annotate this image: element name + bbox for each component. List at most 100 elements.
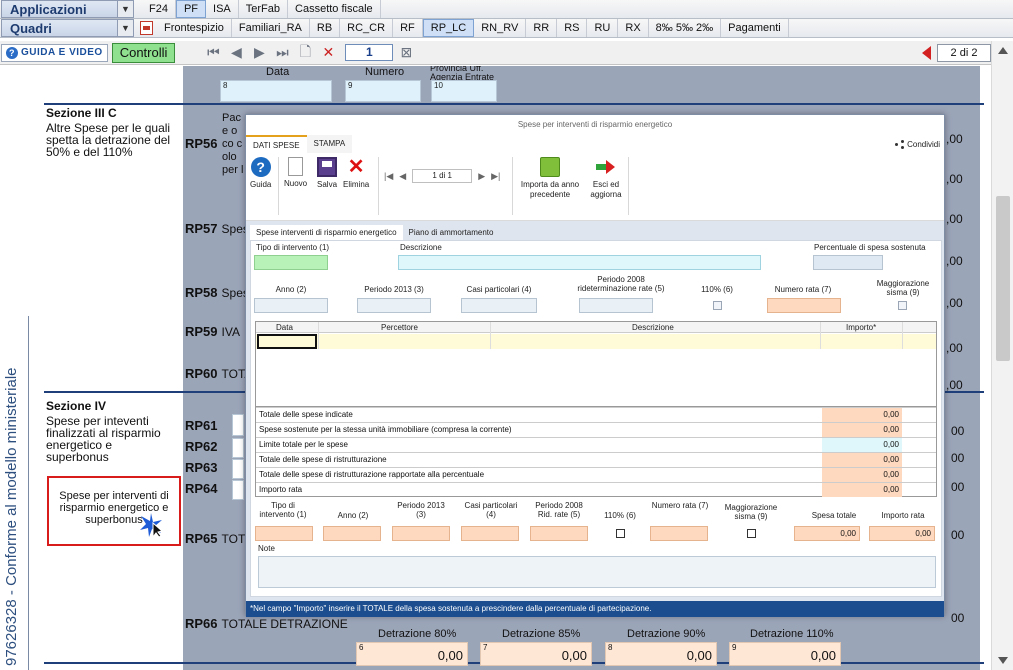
tab-cassetto-fiscale[interactable]: Cassetto fiscale <box>288 0 381 18</box>
maggiorazione-checkbox[interactable] <box>898 301 907 310</box>
tab-per-mille[interactable]: 8‰ 5‰ 2‰ <box>649 19 722 37</box>
total-row: Totale delle spese indicate 0,00 <box>256 407 936 422</box>
first-record-icon[interactable]: |◀ <box>384 171 393 182</box>
next-record-icon[interactable]: ▶ <box>249 44 269 61</box>
tab-dati-spese[interactable]: DATI SPESE <box>246 135 307 153</box>
tab-rb[interactable]: RB <box>310 19 341 37</box>
last-record-icon[interactable]: ▶| <box>491 171 500 182</box>
tab-rs[interactable]: RS <box>557 19 588 37</box>
rp63-field[interactable] <box>232 459 244 479</box>
grid-selected-cell[interactable] <box>257 334 317 349</box>
esci-button[interactable]: Esci ed aggiorna <box>586 157 626 200</box>
quadri-dropdown[interactable]: Quadri ▼ <box>1 19 134 37</box>
tab-rp-lc[interactable]: RP_LC <box>422 19 475 37</box>
grid-row[interactable] <box>256 334 936 349</box>
tab-frontespizio[interactable]: Frontespizio <box>157 19 232 37</box>
b-anno-label: Anno (2) <box>337 511 369 520</box>
pdf-icon[interactable] <box>140 21 153 35</box>
rp61-row: RP61 <box>185 418 218 433</box>
rp61-field[interactable] <box>232 414 244 436</box>
prev-record-icon[interactable]: ◀ <box>399 171 406 182</box>
provincia-field[interactable]: 10 <box>431 80 497 102</box>
controlli-button[interactable]: Controlli <box>111 42 176 63</box>
rp65-value: 00 <box>951 528 965 542</box>
tab-stampa[interactable]: STAMPA <box>306 135 353 153</box>
tab-ru[interactable]: RU <box>587 19 619 37</box>
tab-rr[interactable]: RR <box>526 19 558 37</box>
numero-rata-field[interactable] <box>767 298 841 313</box>
condividi-button[interactable]: Condividi <box>895 140 940 149</box>
anno-label: Anno (2) <box>275 285 307 294</box>
detrazione-80-field[interactable]: 6 0,00 <box>356 642 468 666</box>
descrizione-field[interactable] <box>398 255 761 270</box>
tab-pf[interactable]: PF <box>175 0 207 18</box>
tab-rf[interactable]: RF <box>393 19 423 37</box>
b-numero-label: Numero rata (7) <box>651 501 709 510</box>
p110-checkbox[interactable] <box>713 301 722 310</box>
detrazione-90-field[interactable]: 8 0,00 <box>605 642 717 666</box>
record-navigation: ⏮ ◀ ▶ ⏭ 🗋 ✕ 1 ⊠ <box>203 41 416 65</box>
spese-grid: Data Percettore Descrizione Importo* <box>255 321 937 407</box>
next-record-icon[interactable]: ▶ <box>478 171 485 182</box>
new-document-icon[interactable]: 🗋 <box>295 41 315 65</box>
nuovo-button[interactable]: Nuovo <box>284 157 307 189</box>
page-number-input[interactable]: 1 <box>345 44 394 61</box>
note-field[interactable] <box>258 556 936 588</box>
last-record-icon[interactable]: ⏭ <box>272 44 292 61</box>
percentuale-field[interactable] <box>813 255 883 270</box>
numero-field[interactable]: 9 <box>345 80 421 102</box>
tipo-intervento-field[interactable] <box>254 255 328 270</box>
delete-document-icon[interactable]: ✕ <box>318 44 338 61</box>
tab-spese-interventi[interactable]: Spese interventi di risparmio energetico <box>250 225 403 240</box>
prev-page-icon[interactable] <box>922 46 931 60</box>
tab-piano-ammortamento[interactable]: Piano di ammortamento <box>403 225 500 240</box>
prev-record-icon[interactable]: ◀ <box>226 44 246 61</box>
anno-field[interactable] <box>254 298 328 313</box>
tab-rc-cr[interactable]: RC_CR <box>340 19 394 37</box>
tab-pagamenti[interactable]: Pagamenti <box>721 19 789 37</box>
rp62-field[interactable] <box>232 438 244 458</box>
periodo-2008-field[interactable] <box>579 298 653 313</box>
tab-terfab[interactable]: TerFab <box>239 0 289 18</box>
toolbar: ? GUIDA E VIDEO Controlli ⏮ ◀ ▶ ⏭ 🗋 ✕ 1 … <box>0 41 1013 65</box>
tab-rx[interactable]: RX <box>618 19 649 37</box>
total-row: Totale delle spese di ristrutturazione 0,… <box>256 452 936 467</box>
b-spesa-totale-field: 0,00 <box>794 526 860 541</box>
tab-f24[interactable]: F24 <box>142 0 176 18</box>
guida-video-button[interactable]: ? GUIDA E VIDEO <box>1 43 108 62</box>
importa-button[interactable]: Importa da anno precedente <box>516 157 584 200</box>
section-iii-c-desc: Altre Spese per le quali spetta la detra… <box>46 121 171 159</box>
chevron-down-icon[interactable]: ▼ <box>117 1 133 17</box>
detrazione-110-field[interactable]: 9 0,00 <box>729 642 841 666</box>
tab-rn-rv[interactable]: RN_RV <box>474 19 527 37</box>
elimina-button[interactable]: ✕ Elimina <box>343 157 369 190</box>
scroll-down-icon[interactable] <box>998 657 1008 664</box>
page-indicator: 2 di 2 <box>922 44 991 62</box>
tab-familiari-ra[interactable]: Familiari_RA <box>232 19 310 37</box>
rp57b-value: ,00 <box>946 254 963 268</box>
periodo-2013-field[interactable] <box>357 298 431 313</box>
chevron-down-icon[interactable]: ▼ <box>117 20 133 36</box>
casi-particolari-field[interactable] <box>461 298 537 313</box>
vertical-scrollbar[interactable] <box>991 41 1013 670</box>
b-periodo-label: Periodo 2013 (3) <box>397 501 445 519</box>
salva-button[interactable]: Salva <box>317 157 337 190</box>
b-tipo-label: Tipo di intervento (1) <box>259 501 307 519</box>
guida-button[interactable]: ? Guida <box>250 157 271 190</box>
detrazione-85-field[interactable]: 7 0,00 <box>480 642 592 666</box>
b-importo-rata-label: Importo rata <box>881 511 925 520</box>
dialog-page-indicator[interactable]: 1 di 1 <box>412 169 473 183</box>
rp57-value: ,00 <box>946 212 963 226</box>
scroll-thumb[interactable] <box>996 196 1010 361</box>
esci-label: Esci ed aggiorna <box>590 180 622 199</box>
cancel-page-icon[interactable]: ⊠ <box>396 44 416 61</box>
data-field[interactable]: 8 <box>220 80 332 102</box>
applicazioni-dropdown[interactable]: Applicazioni ▼ <box>1 0 134 18</box>
first-record-icon[interactable]: ⏮ <box>203 44 223 61</box>
tab-isa[interactable]: ISA <box>206 0 239 18</box>
scroll-up-icon[interactable] <box>998 47 1008 54</box>
rp64-field[interactable] <box>232 480 244 500</box>
section-iv-desc: Spese per inteventi finalizzati al rispa… <box>46 414 161 464</box>
rp56-value: ,00 <box>946 132 963 146</box>
b-numero-field <box>650 526 708 541</box>
